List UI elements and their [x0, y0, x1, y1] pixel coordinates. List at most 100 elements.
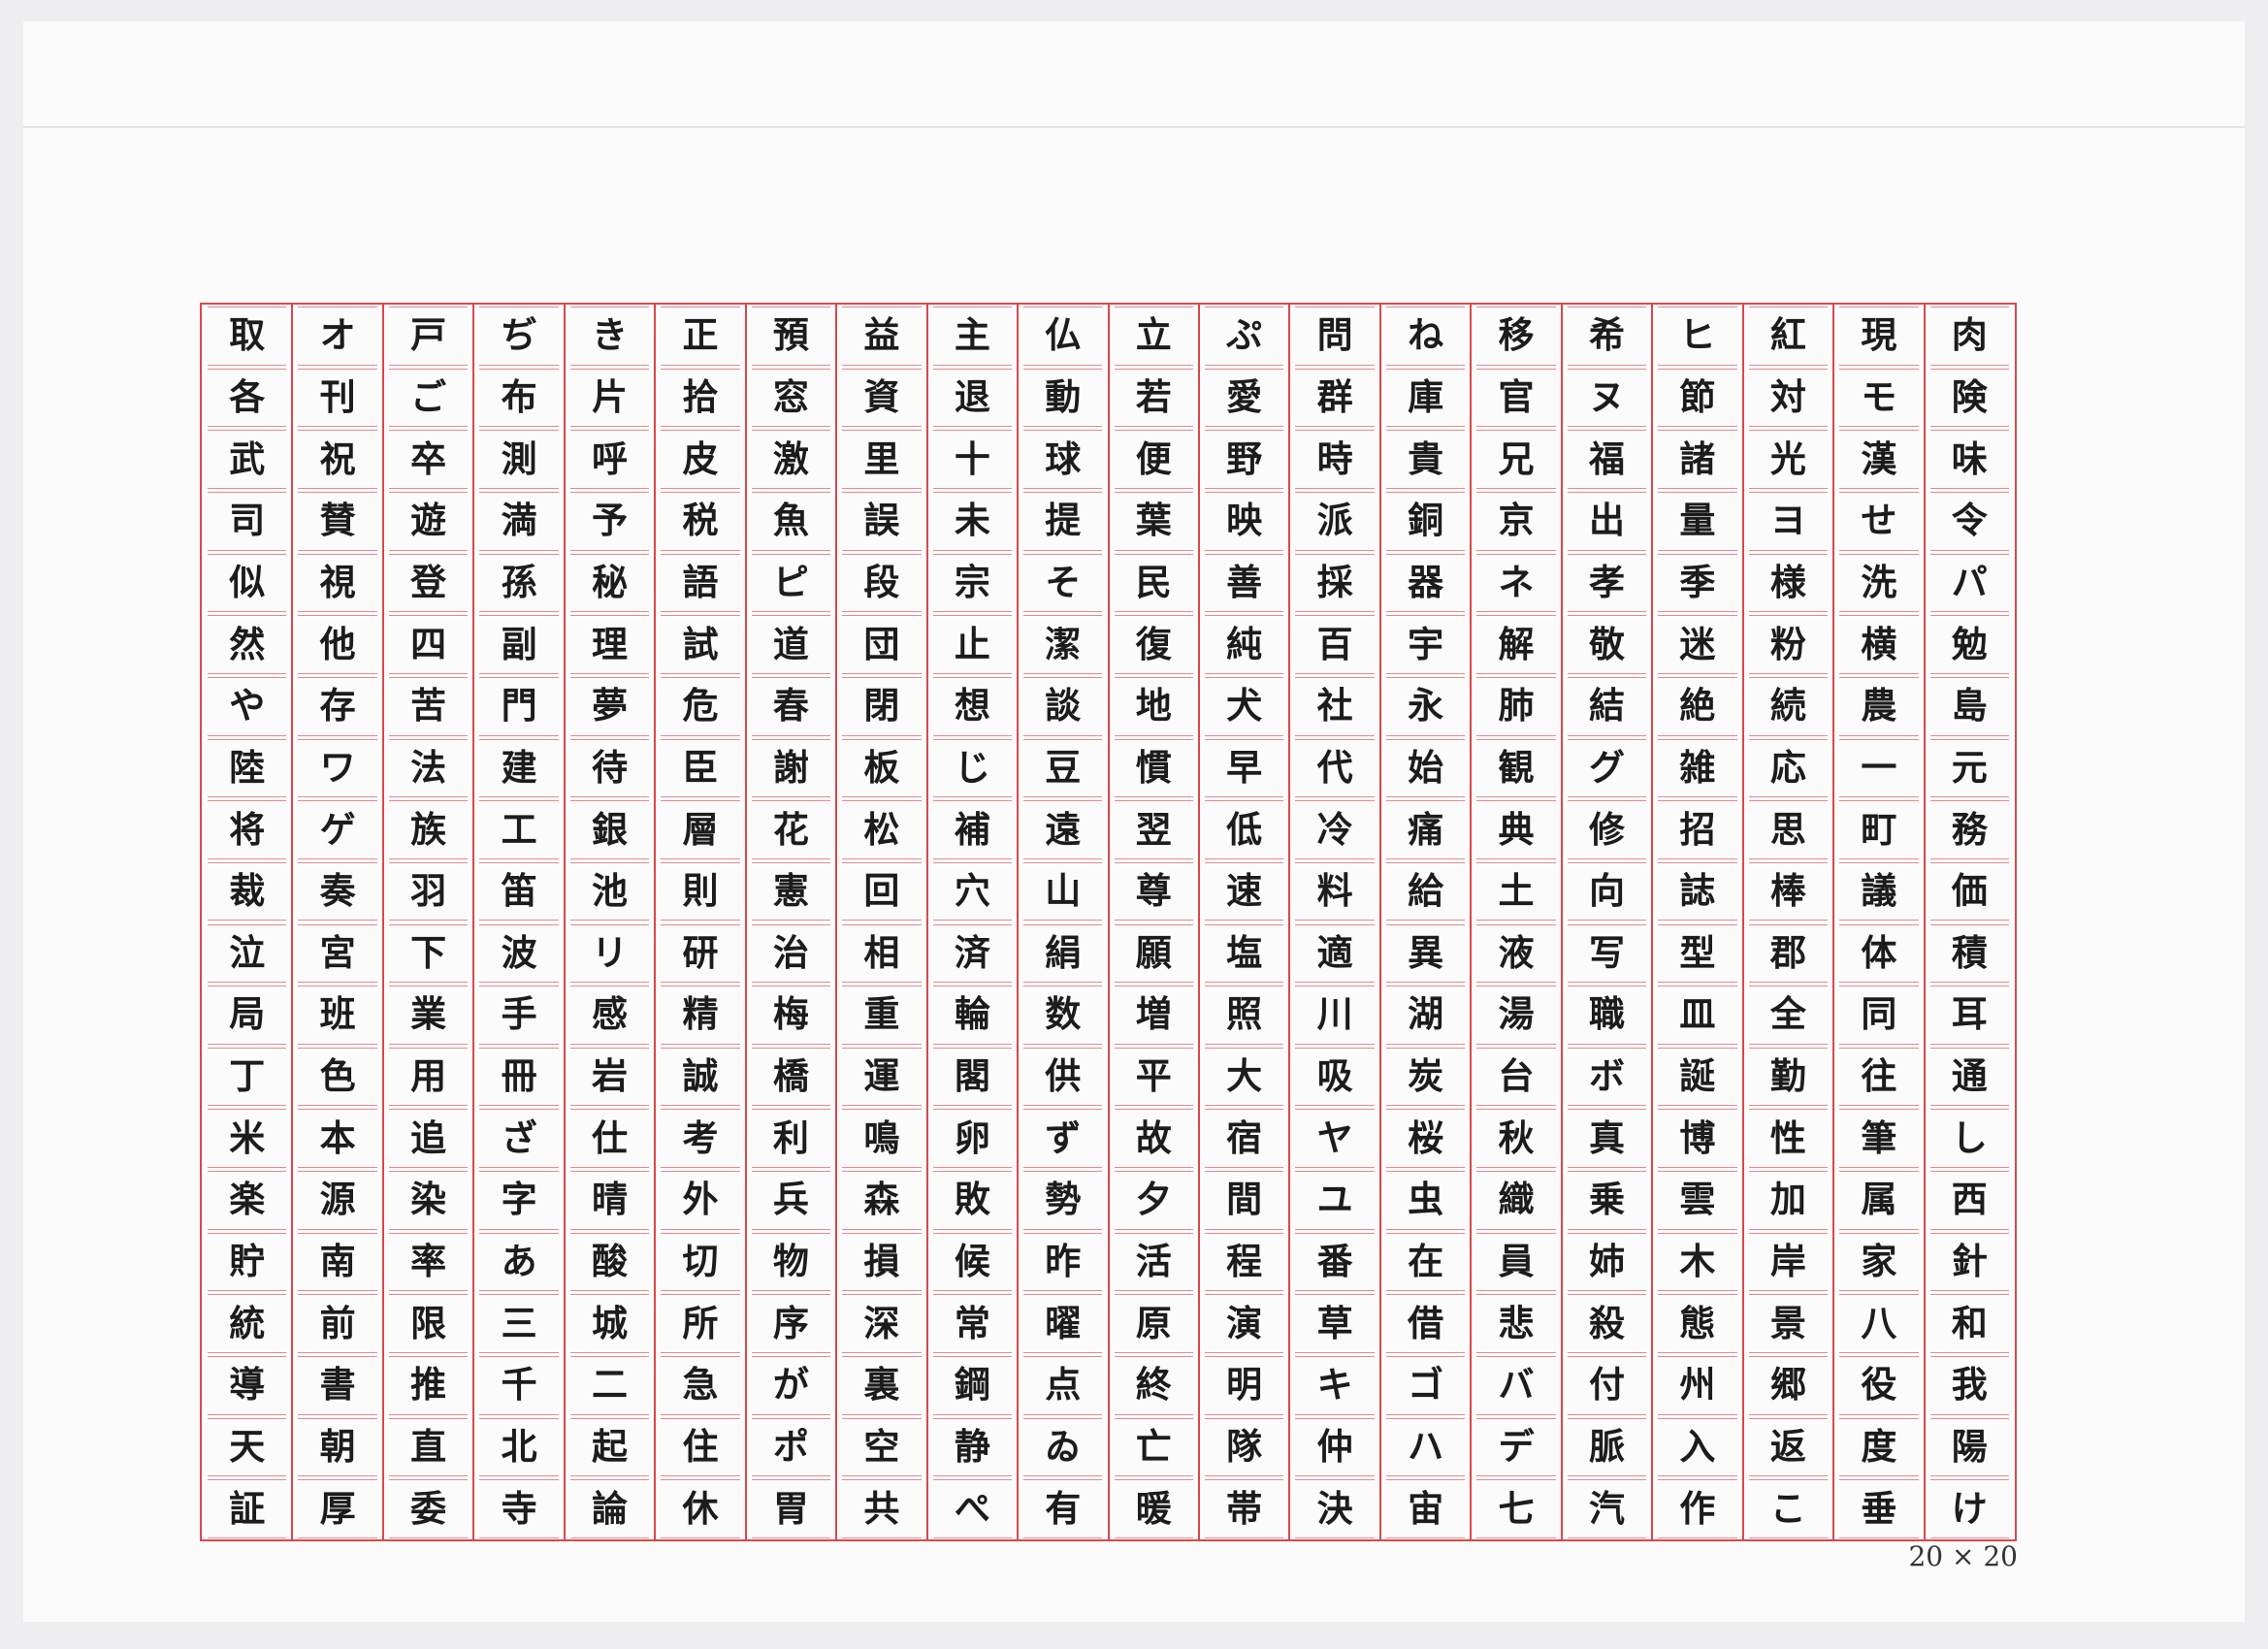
- grid-cell: 翌: [1135, 808, 1172, 851]
- grid-cell: 様: [1769, 561, 1806, 603]
- grid-cell: 兵: [772, 1179, 809, 1221]
- grid-cell: 筆: [1861, 1116, 1897, 1159]
- grid-cell: 姉: [1588, 1241, 1625, 1283]
- grid-cell: リ: [592, 931, 629, 974]
- grid-cell: 点: [1045, 1364, 1082, 1406]
- grid-cell: 派: [1316, 500, 1353, 542]
- grid-cell: 染: [410, 1179, 447, 1221]
- grid-cell: 二: [592, 1364, 629, 1406]
- grid-cell: 観: [1498, 746, 1535, 789]
- grid-cell: 岸: [1769, 1241, 1806, 1283]
- grid-cell: 止: [954, 623, 990, 665]
- grid-cell: 態: [1679, 1302, 1716, 1344]
- grid-cell: 農: [1861, 685, 1897, 728]
- grid-cell: 湖: [1408, 993, 1444, 1036]
- grid-cell: ず: [1045, 1116, 1082, 1159]
- grid-cell: 官: [1498, 375, 1535, 418]
- grid-cell: 尊: [1135, 870, 1172, 913]
- grid-cell: 税: [682, 500, 719, 542]
- grid-cell: や: [229, 685, 266, 728]
- grid-cell: 迷: [1679, 623, 1716, 665]
- grid-cell: 楽: [229, 1179, 266, 1221]
- grid-cell: 穴: [954, 870, 990, 913]
- grid-cell: 兄: [1498, 437, 1535, 480]
- grid-cell: 冊: [501, 1055, 537, 1098]
- grid-cell: 属: [1861, 1179, 1897, 1221]
- grid-cell: 豆: [1045, 746, 1082, 789]
- grid-cell: 議: [1861, 870, 1897, 913]
- grid-cell: 勤: [1769, 1055, 1806, 1098]
- grid-cell: 虫: [1408, 1179, 1444, 1221]
- grid-cell: 片: [592, 375, 629, 418]
- grid-cell: 理: [592, 623, 629, 665]
- grid-cell: が: [772, 1364, 809, 1406]
- grid-column: ヒ節諸量季迷絶雑招誌型皿誕博雲木態州入作: [1652, 305, 1742, 1539]
- grid-cell: 応: [1769, 746, 1806, 789]
- grid-cell: 源: [319, 1179, 356, 1221]
- grid-cell: 島: [1951, 685, 1988, 728]
- grid-column: 問群時派採百社代冷料適川吸ヤユ番草キ仲決: [1289, 305, 1379, 1539]
- grid-cell: 奏: [319, 870, 356, 913]
- grid-cell: 晴: [592, 1179, 629, 1221]
- grid-cell: 各: [229, 375, 266, 418]
- grid-cell: 書: [319, 1364, 356, 1406]
- grid-cell: 前: [319, 1302, 356, 1344]
- grid-cell: 愛: [1226, 375, 1263, 418]
- grid-cell: 照: [1226, 993, 1263, 1036]
- grid-cell: 静: [954, 1426, 990, 1468]
- grid-cell: 料: [1316, 870, 1353, 913]
- grid-cell: 諸: [1679, 437, 1716, 480]
- grid-cell: 常: [954, 1302, 990, 1344]
- grid-cell: 羽: [410, 870, 447, 913]
- grid-cell: 北: [501, 1426, 537, 1468]
- grid-cell: ヒ: [1679, 314, 1716, 357]
- grid-cell: せ: [1861, 500, 1897, 542]
- grid-cell: 真: [1588, 1116, 1625, 1159]
- grid-cell: 花: [772, 808, 809, 851]
- grid-cell: 洗: [1861, 561, 1897, 603]
- grid-cell: 共: [863, 1487, 900, 1530]
- grid-cell: 写: [1588, 931, 1625, 974]
- grid-cell: モ: [1861, 375, 1897, 418]
- grid-cell: 七: [1498, 1487, 1535, 1530]
- grid-cell: 我: [1951, 1364, 1988, 1406]
- grid-cell: 千: [501, 1364, 537, 1406]
- grid-cell: 脈: [1588, 1426, 1625, 1468]
- grid-cell: 仕: [592, 1116, 629, 1159]
- column-divider: [1651, 305, 1654, 1539]
- grid-cell: 所: [682, 1302, 719, 1344]
- grid-cell: 季: [1679, 561, 1716, 603]
- grid-cell: 候: [954, 1241, 990, 1283]
- grid-cell: 地: [1135, 685, 1172, 728]
- grid-cell: 代: [1316, 746, 1353, 789]
- grid-cell: 未: [954, 500, 990, 542]
- grid-cell: 則: [682, 870, 719, 913]
- grid-cell: 雑: [1679, 746, 1716, 789]
- grid-cell: 夕: [1135, 1179, 1172, 1221]
- grid-cell: 性: [1769, 1116, 1806, 1159]
- grid-cell: 始: [1408, 746, 1444, 789]
- grid-cell: ヌ: [1588, 375, 1625, 418]
- grid-column: 戸ご卒遊登四苦法族羽下業用追染率限推直委: [383, 305, 473, 1539]
- grid-cell: し: [1951, 1116, 1988, 1159]
- grid-cell: 紅: [1769, 314, 1806, 357]
- grid-cell: 副: [501, 623, 537, 665]
- grid-column: 取各武司似然や陸将裁泣局丁米楽貯統導天証: [202, 305, 292, 1539]
- grid-cell: 葉: [1135, 500, 1172, 542]
- grid-cell: 純: [1226, 623, 1263, 665]
- grid-cell: 魚: [772, 500, 809, 542]
- grid-cell: 数: [1045, 993, 1082, 1036]
- grid-cell: 郡: [1769, 931, 1806, 974]
- column-divider: [654, 305, 657, 1539]
- grid-cell: ぷ: [1226, 314, 1263, 357]
- grid-cell: 相: [863, 931, 900, 974]
- grid-column: 立若便葉民復地慣翌尊願増平故夕活原終亡暖: [1109, 305, 1199, 1539]
- grid-cell: 招: [1679, 808, 1716, 851]
- grid-cell: 博: [1679, 1116, 1716, 1159]
- grid-cell: 原: [1135, 1302, 1172, 1344]
- grid-cell: 危: [682, 685, 719, 728]
- grid-cell: 呼: [592, 437, 629, 480]
- grid-cell: 資: [863, 375, 900, 418]
- grid-cell: 台: [1498, 1055, 1535, 1098]
- grid-cell: 外: [682, 1179, 719, 1221]
